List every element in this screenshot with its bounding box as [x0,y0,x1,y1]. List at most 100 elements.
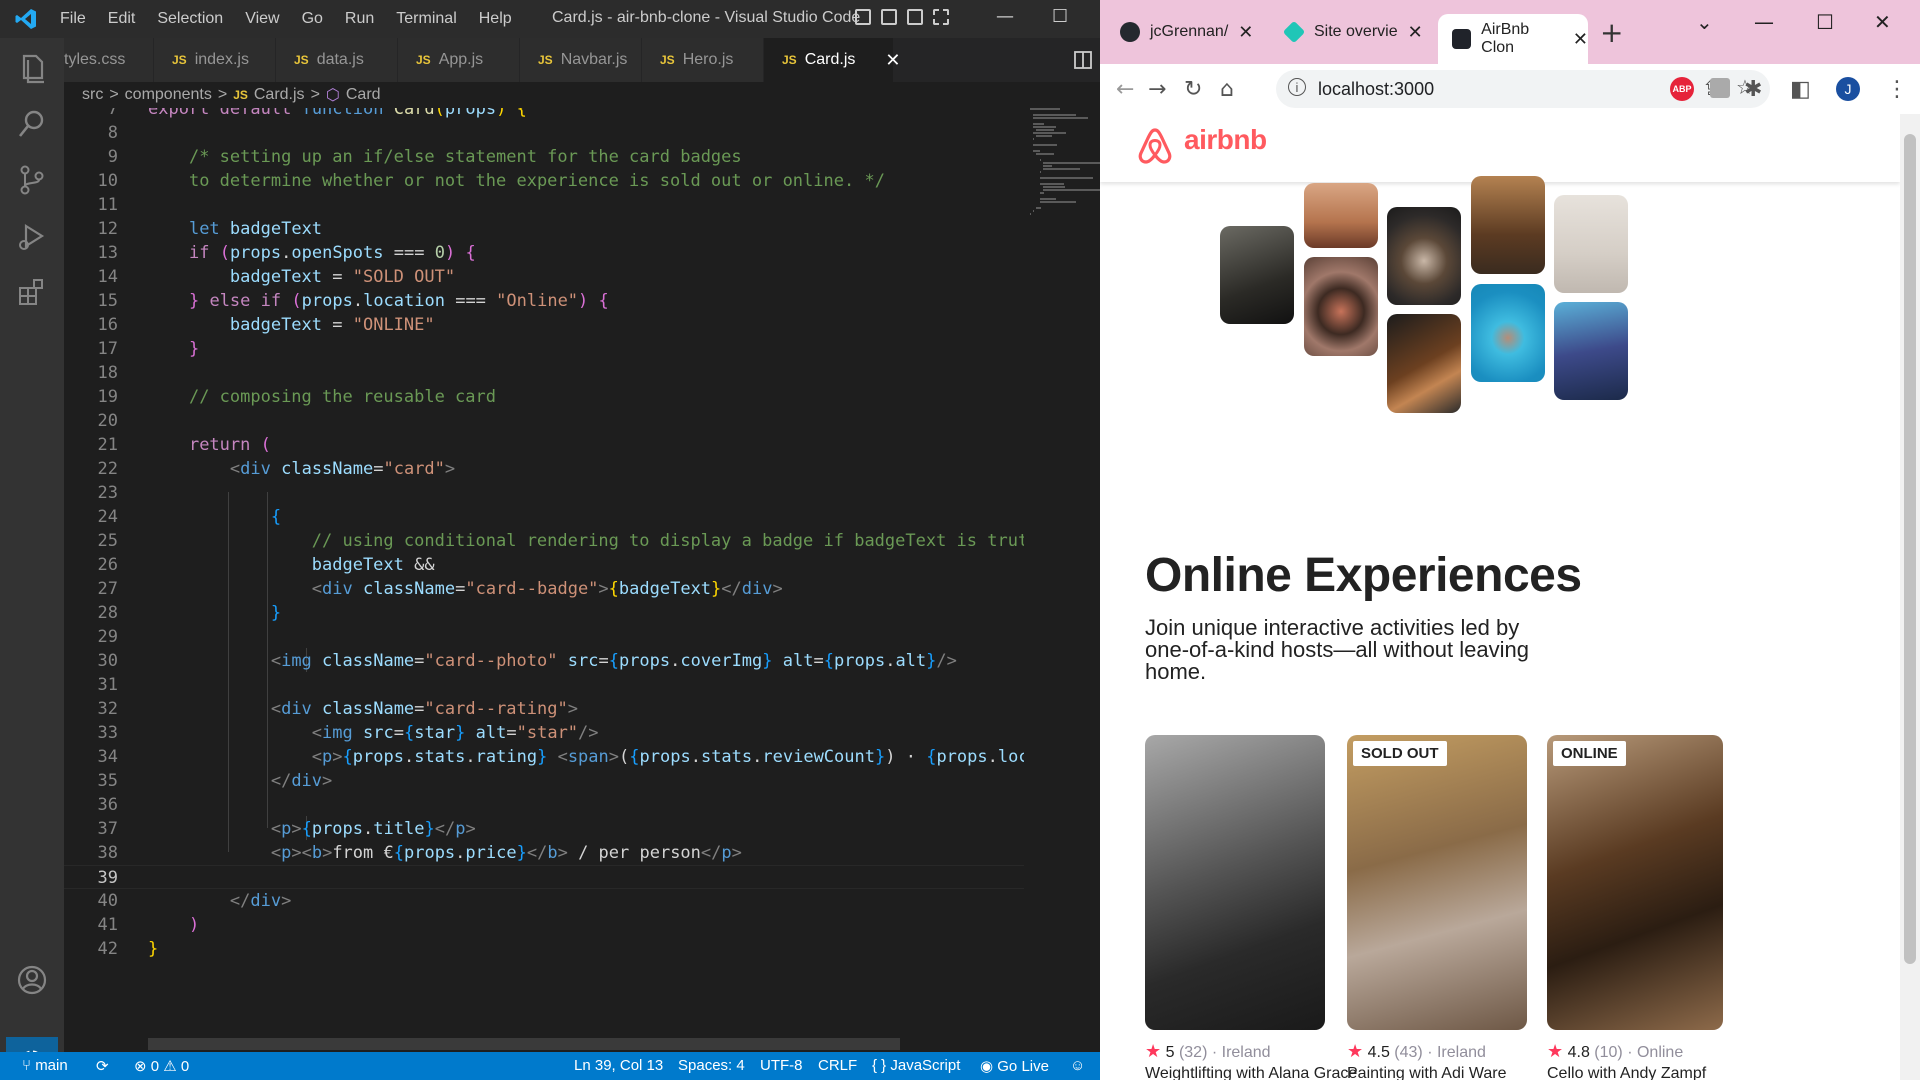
info-icon[interactable]: i [1288,78,1306,96]
minimize-icon[interactable]: — [996,6,1014,27]
code-line[interactable]: 35 </div> [64,769,1024,793]
close-tab-icon[interactable]: ✕ [1573,29,1588,50]
tab-data-js[interactable]: JS data.js [276,38,398,82]
code-line[interactable]: 8 [64,121,1024,145]
source-control-icon[interactable] [14,162,50,198]
code-line[interactable]: 21 return ( [64,433,1024,457]
explorer-icon[interactable] [14,50,50,86]
chrome-tab-github[interactable]: jcGrennan/ ✕ [1106,8,1266,56]
breadcrumb-file[interactable]: Card.js [254,86,305,104]
adblock-icon[interactable]: ABP [1670,77,1694,101]
profile-avatar[interactable]: J [1836,77,1860,101]
forward-icon[interactable]: → [1148,77,1166,102]
chrome-tab-netlify[interactable]: Site overvie ✕ [1270,8,1435,56]
code-line[interactable]: 31 [64,673,1024,697]
code-line[interactable]: 24 { [64,505,1024,529]
minimap[interactable] [1024,108,1100,218]
tab-styles-css[interactable]: tyles.css [64,38,154,82]
menu-go[interactable]: Go [302,10,323,28]
code-line[interactable]: 11 [64,193,1024,217]
code-editor[interactable]: 7 export default function Card(props) {8 9… [64,108,1024,1048]
accounts-icon[interactable] [14,962,50,998]
toggle-secondary-sidebar-icon[interactable] [907,9,923,25]
page-scrollbar[interactable] [1900,114,1920,1080]
close-window-icon[interactable]: ✕ [1874,10,1891,34]
new-tab-button[interactable]: + [1600,16,1623,49]
code-line[interactable]: 33 <img src={star} alt="star"/> [64,721,1024,745]
search-icon[interactable] [14,106,50,142]
code-line[interactable]: 38 <p><b>from €{props.price}</b> / per p… [64,841,1024,865]
branch-indicator[interactable]: ⑂ main [22,1057,68,1074]
menu-view[interactable]: View [245,10,279,28]
menu-file[interactable]: File [60,10,86,28]
code-line[interactable]: 34 <p>{props.stats.rating} <span>({props… [64,745,1024,769]
code-line[interactable]: 18 [64,361,1024,385]
indentation[interactable]: Spaces: 4 [678,1057,745,1074]
code-line[interactable]: 30 <img className="card--photo" src={pro… [64,649,1024,673]
chrome-menu-icon[interactable]: ⋮ [1886,77,1908,102]
menu-selection[interactable]: Selection [157,10,223,28]
close-tab-icon[interactable]: ✕ [885,50,900,71]
tab-search-icon[interactable]: ⌄ [1696,10,1713,34]
code-line[interactable]: 36 [64,793,1024,817]
breadcrumb-symbol[interactable]: Card [346,86,381,104]
menu-terminal[interactable]: Terminal [396,10,456,28]
tab-app-js[interactable]: JS App.js [398,38,520,82]
menu-help[interactable]: Help [479,10,512,28]
menu-edit[interactable]: Edit [108,10,136,28]
extensions-puzzle-icon[interactable]: ✱ [1744,77,1762,102]
code-line[interactable]: 10 to determine whether or not the exper… [64,169,1024,193]
reload-icon[interactable]: ↻ [1184,77,1202,102]
tab-hero-js[interactable]: JS Hero.js [642,38,764,82]
code-line[interactable]: 26 badgeText && [64,553,1024,577]
feedback-icon[interactable]: ☺ [1070,1057,1085,1074]
menu-run[interactable]: Run [345,10,374,28]
code-line[interactable]: 17 } [64,337,1024,361]
language-mode[interactable]: { } JavaScript [872,1057,960,1074]
breadcrumb-components[interactable]: components [125,86,212,104]
extension-icon[interactable] [1710,78,1730,98]
code-line[interactable]: 28 } [64,601,1024,625]
code-line[interactable]: 40 </div> [64,889,1024,913]
code-line[interactable]: 14 badgeText = "SOLD OUT" [64,265,1024,289]
toggle-panel-icon[interactable] [881,9,897,25]
sync-icon[interactable]: ⟳ [96,1057,109,1075]
tab-card-js[interactable]: JS Card.js ✕ [764,38,900,82]
line-endings[interactable]: CRLF [818,1057,857,1074]
encoding[interactable]: UTF-8 [760,1057,803,1074]
code-line[interactable]: 20 [64,409,1024,433]
code-line[interactable]: 39 [64,865,1024,889]
home-icon[interactable]: ⌂ [1220,77,1234,102]
extensions-icon[interactable] [14,274,50,310]
code-line[interactable]: 25 // using conditional rendering to dis… [64,529,1024,553]
code-line[interactable]: 15 } else if (props.location === "Online… [64,289,1024,313]
code-line[interactable]: 37 <p>{props.title}</p> [64,817,1024,841]
toggle-primary-sidebar-icon[interactable] [855,9,871,25]
scrollbar-thumb[interactable] [1904,134,1916,964]
code-line[interactable]: 27 <div className="card--badge">{badgeTe… [64,577,1024,601]
code-line[interactable]: 29 [64,625,1024,649]
tab-index-js[interactable]: JS index.js [154,38,276,82]
code-line[interactable]: 23 [64,481,1024,505]
minimize-icon[interactable]: — [1754,10,1774,34]
maximize-icon[interactable]: ☐ [1052,6,1068,27]
customize-layout-icon[interactable] [933,9,949,25]
go-live-button[interactable]: ◉ Go Live [980,1057,1049,1075]
run-debug-icon[interactable] [14,218,50,254]
tab-navbar-js[interactable]: JS Navbar.js [520,38,642,82]
close-tab-icon[interactable]: ✕ [1408,22,1423,43]
code-line[interactable]: 41 ) [64,913,1024,937]
problems-indicator[interactable]: ⊗ 0 ⚠ 0 [134,1057,189,1075]
horizontal-scrollbar[interactable] [148,1038,900,1050]
split-editor-icon[interactable] [1074,51,1092,69]
code-line[interactable]: 32 <div className="card--rating"> [64,697,1024,721]
code-line[interactable]: 16 badgeText = "ONLINE" [64,313,1024,337]
code-line[interactable]: 19 // composing the reusable card [64,385,1024,409]
side-panel-icon[interactable]: ◧ [1790,77,1811,102]
code-line[interactable]: 12 let badgeText [64,217,1024,241]
breadcrumb-src[interactable]: src [82,86,103,104]
code-line[interactable]: 42} [64,937,1024,961]
code-line[interactable]: 13 if (props.openSpots === 0) { [64,241,1024,265]
back-icon[interactable]: ← [1116,77,1134,102]
chrome-tab-airbnb[interactable]: AirBnb Clon ✕ [1438,14,1588,64]
